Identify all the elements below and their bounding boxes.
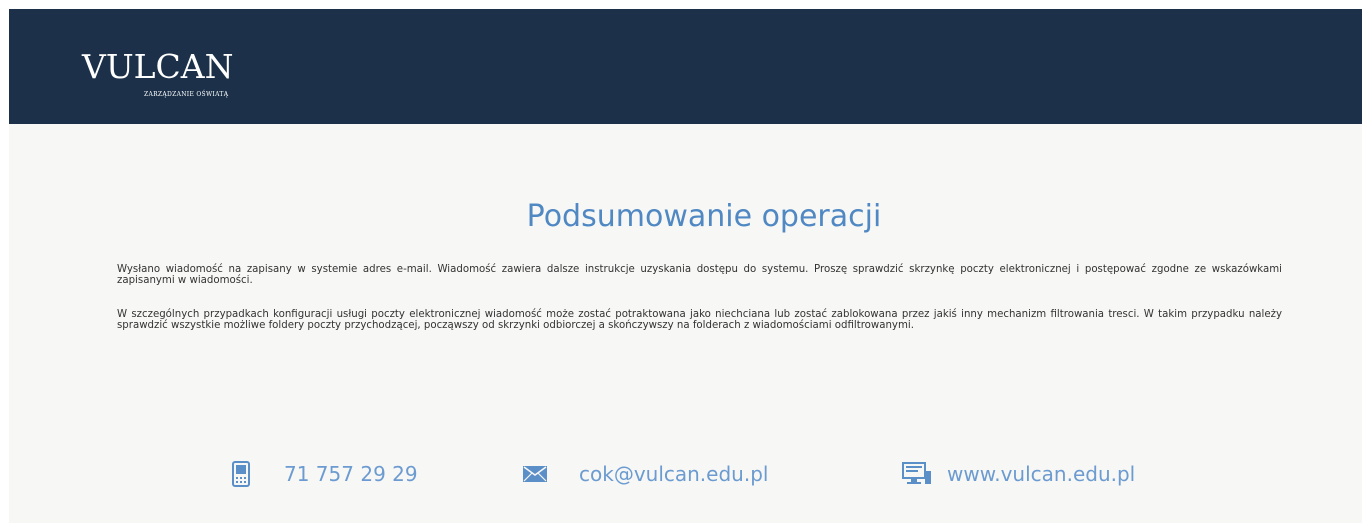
info-paragraph-sent: Wysłano wiadomość na zapisany w systemie… [117, 264, 1282, 286]
email-address: cok@vulcan.edu.pl [579, 462, 769, 486]
logo-tagline: ZARZĄDZANIE OŚWIATĄ [144, 91, 229, 98]
email-contact-link[interactable]: cok@vulcan.edu.pl [523, 454, 768, 494]
header-bar: VULCAN ZARZĄDZANIE OŚWIATĄ [9, 9, 1362, 124]
phone-icon [231, 461, 251, 487]
page: VULCAN ZARZĄDZANIE OŚWIATĄ Podsumowanie … [9, 9, 1362, 523]
page-title: Podsumowanie operacji [526, 199, 882, 234]
contact-bar: 71 757 29 29 cok@vulcan.edu.pl www.vulca… [9, 454, 1362, 494]
website-url: www.vulcan.edu.pl [947, 462, 1136, 486]
phone-contact-link[interactable]: 71 757 29 29 [231, 454, 418, 494]
website-contact-link[interactable]: www.vulcan.edu.pl [902, 454, 1135, 494]
phone-number: 71 757 29 29 [284, 462, 418, 486]
vulcan-logo[interactable]: VULCAN ZARZĄDZANIE OŚWIATĄ [82, 47, 242, 107]
computer-monitor-icon [902, 462, 932, 486]
envelope-icon [523, 466, 547, 482]
logo-wordmark: VULCAN [82, 47, 234, 86]
info-paragraph-filtering: W szczególnych przypadkach konfiguracji … [117, 309, 1282, 331]
